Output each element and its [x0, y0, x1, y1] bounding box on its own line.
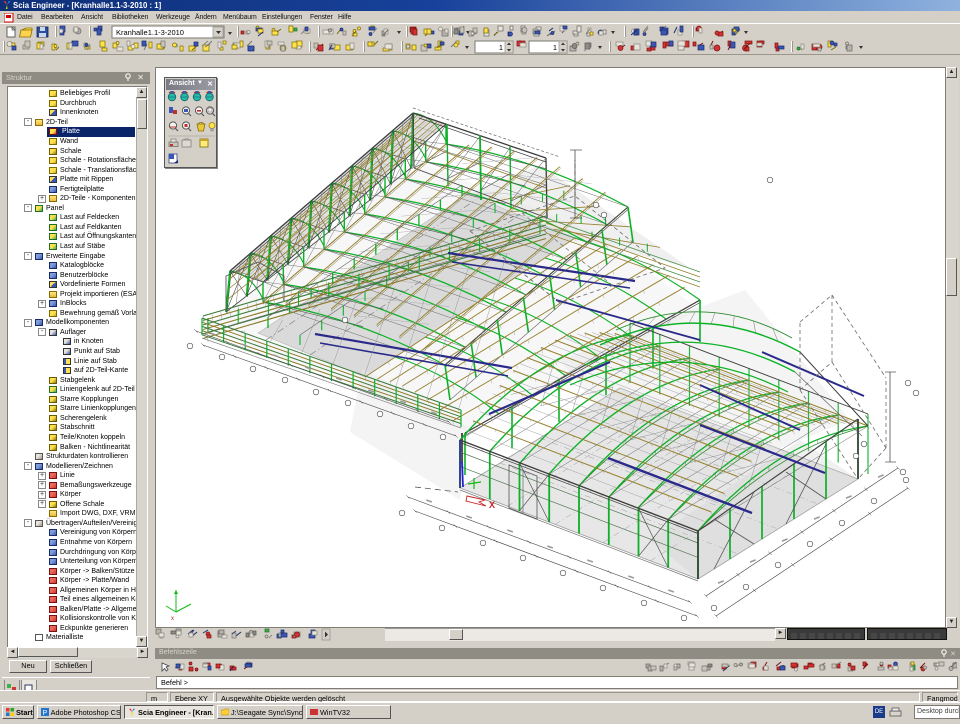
svg-text:x: x [171, 616, 174, 622]
svg-text:Kranhalle1.1-3-2010: Kranhalle1.1-3-2010 [116, 28, 184, 37]
svg-text:1: 1 [553, 43, 557, 52]
svg-text:P: P [43, 710, 48, 716]
svg-text:1: 1 [499, 43, 503, 52]
svg-text:X: X [489, 500, 495, 510]
